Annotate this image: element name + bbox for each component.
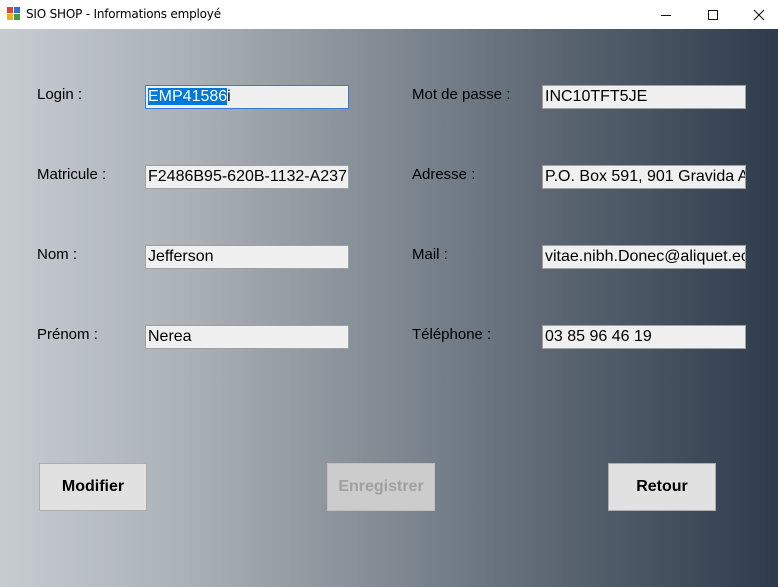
prenom-label: Prénom : bbox=[37, 326, 98, 343]
title-bar: SIO SHOP - Informations employé bbox=[0, 0, 778, 29]
mail-label: Mail : bbox=[412, 246, 448, 263]
minimize-button[interactable] bbox=[643, 0, 689, 29]
minimize-icon bbox=[661, 14, 671, 16]
matricule-label: Matricule : bbox=[37, 166, 107, 183]
employee-info-window: SIO SHOP - Informations employé Login : … bbox=[0, 0, 778, 587]
mail-field[interactable]: vitae.nibh.Donec@aliquet.ec bbox=[542, 245, 746, 269]
close-button[interactable] bbox=[736, 0, 778, 29]
login-selected-text: EMP41586 bbox=[148, 88, 228, 105]
login-text-rest: i bbox=[227, 88, 231, 105]
adresse-label: Adresse : bbox=[412, 166, 476, 183]
form-area: Login : EMP41586i Mot de passe : INC10TF… bbox=[0, 29, 778, 587]
close-icon bbox=[753, 9, 765, 20]
maximize-icon bbox=[708, 9, 718, 20]
enregistrer-button[interactable]: Enregistrer bbox=[327, 463, 435, 511]
adresse-field[interactable]: P.O. Box 591, 901 Gravida A bbox=[542, 165, 746, 189]
app-icon bbox=[7, 7, 20, 20]
password-label: Mot de passe : bbox=[412, 86, 511, 103]
matricule-field[interactable]: F2486B95-620B-1132-A237 bbox=[145, 165, 349, 189]
window-title: SIO SHOP - Informations employé bbox=[26, 7, 221, 21]
maximize-button[interactable] bbox=[690, 0, 736, 29]
telephone-field[interactable]: 03 85 96 46 19 bbox=[542, 325, 746, 349]
nom-field[interactable]: Jefferson bbox=[145, 245, 349, 269]
telephone-label: Téléphone : bbox=[412, 326, 492, 343]
login-field[interactable]: EMP41586i bbox=[145, 85, 349, 109]
prenom-field[interactable]: Nerea bbox=[145, 325, 349, 349]
retour-button[interactable]: Retour bbox=[608, 463, 716, 511]
modifier-button[interactable]: Modifier bbox=[39, 463, 147, 511]
nom-label: Nom : bbox=[37, 246, 78, 263]
password-field[interactable]: INC10TFT5JE bbox=[542, 85, 746, 109]
login-label: Login : bbox=[37, 86, 83, 103]
